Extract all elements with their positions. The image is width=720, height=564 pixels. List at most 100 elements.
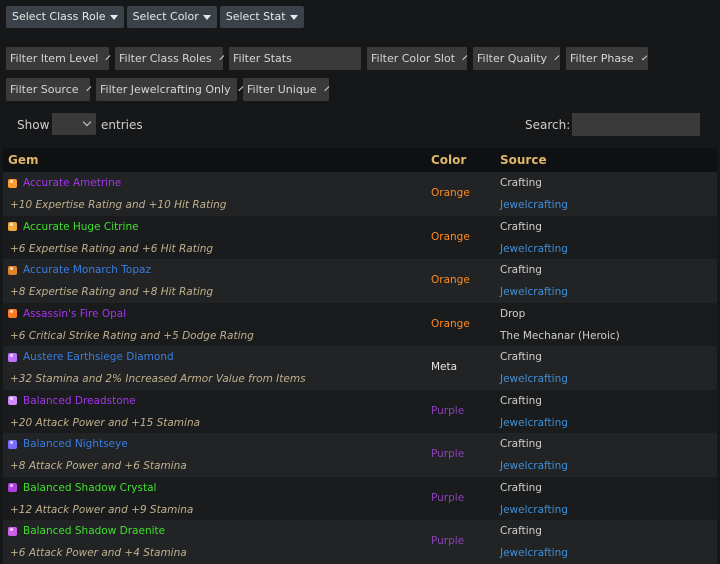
caret-down-icon — [202, 14, 211, 20]
gem-name-link[interactable]: Accurate Monarch Topaz — [8, 264, 151, 276]
select-stat-button[interactable]: Select Stat — [219, 6, 304, 28]
purple-gem-icon — [8, 439, 17, 449]
purple-gem-icon — [8, 483, 17, 492]
gem-description: +12 Attack Power and +9 Stamina — [10, 503, 194, 516]
gem-color: Meta — [431, 361, 458, 373]
table-row: Balanced Nightseye +8 Attack Power and +6… — [3, 433, 717, 477]
source-type: Crafting — [500, 220, 542, 233]
source-type: Drop — [500, 307, 526, 320]
source-detail: The Mechanar (Heroic) — [500, 329, 620, 342]
filter-quality-select[interactable]: Filter Quality — [473, 47, 560, 70]
table-row: Accurate Monarch Topaz +8 Expertise Ratin… — [3, 259, 717, 303]
chevron-down-icon — [641, 54, 648, 61]
gem-description: +8 Attack Power and +6 Stamina — [10, 460, 187, 472]
chevron-down-icon — [105, 54, 111, 60]
source-detail[interactable]: Jewelcrafting — [500, 199, 568, 211]
filter-class-roles-select[interactable]: Filter Class Roles — [115, 47, 224, 70]
source-type: Crafting — [500, 351, 542, 363]
caret-down-icon — [289, 14, 298, 20]
filter-stats-input[interactable]: Filter Stats — [229, 47, 361, 70]
filter-jewelcrafting-only-select[interactable]: Filter Jewelcrafting Only — [96, 78, 243, 101]
orange-gem-icon — [8, 178, 17, 188]
gem-name-link[interactable]: Balanced Shadow Crystal — [8, 482, 156, 494]
source-detail[interactable]: Jewelcrafting — [500, 504, 568, 516]
source-detail[interactable]: Jewelcrafting — [500, 460, 568, 472]
entries-per-page-select[interactable] — [52, 113, 96, 135]
gem-name-link[interactable]: Accurate Huge Citrine — [8, 221, 139, 233]
select-class-role-button[interactable]: Select Class Role — [6, 6, 124, 28]
purple-gem-icon — [8, 526, 17, 536]
column-header-source[interactable]: Source — [500, 153, 547, 167]
meta-gem-icon — [8, 352, 17, 362]
gem-description: +8 Expertise Rating and +8 Hit Rating — [10, 286, 214, 298]
caret-down-icon — [109, 14, 118, 20]
entries-label: entries — [101, 118, 143, 132]
filter-unique-select[interactable]: Filter Unique — [243, 78, 329, 101]
source-detail[interactable]: Jewelcrafting — [500, 243, 568, 255]
gem-color: Purple — [431, 491, 465, 504]
table-row: Accurate Ametrine +10 Expertise Rating an… — [3, 172, 717, 216]
gem-color: Orange — [431, 187, 470, 199]
gem-name-link[interactable]: Balanced Dreadstone — [8, 395, 136, 407]
filter-phase-select[interactable]: Filter Phase — [566, 47, 648, 70]
chevron-down-icon — [85, 85, 91, 91]
orange-gem-icon — [8, 309, 17, 318]
filter-panel: Filter Item Level Filter Class Roles Fil… — [6, 47, 706, 109]
gem-description: +6 Attack Power and +4 Stamina — [10, 547, 187, 559]
orange-gem-icon — [8, 265, 17, 275]
table-row: Assassin's Fire Opal +6 Critical Strike R… — [3, 302, 717, 346]
source-type: Crafting — [500, 177, 542, 189]
search-input[interactable] — [572, 113, 700, 136]
source-detail[interactable]: Jewelcrafting — [500, 417, 568, 429]
select-color-button[interactable]: Select Color — [126, 6, 217, 28]
table-row: Accurate Huge Citrine +6 Expertise Rating… — [3, 215, 717, 259]
gem-description: +20 Attack Power and +15 Stamina — [10, 416, 201, 429]
gem-color: Purple — [431, 535, 465, 547]
source-type: Crafting — [500, 438, 542, 450]
source-detail[interactable]: Jewelcrafting — [500, 286, 568, 298]
purple-gem-icon — [8, 396, 17, 405]
filter-row-2: Filter Source Filter Jewelcrafting Only … — [6, 78, 706, 101]
chevron-down-icon — [554, 54, 560, 60]
table-row: Balanced Shadow Draenite +6 Attack Power … — [3, 520, 717, 564]
table-row: Balanced Shadow Crystal +12 Attack Power … — [3, 476, 717, 520]
gem-description: +6 Critical Strike Rating and +5 Dodge R… — [10, 329, 254, 342]
table-row: Balanced Dreadstone +20 Attack Power and … — [3, 389, 717, 433]
source-type: Crafting — [500, 525, 542, 537]
source-detail[interactable]: Jewelcrafting — [500, 373, 568, 385]
table-row: Austere Earthsiege Diamond +32 Stamina an… — [3, 346, 717, 390]
gem-description: +6 Expertise Rating and +6 Hit Rating — [10, 242, 214, 255]
filter-row-1: Filter Item Level Filter Class Roles Fil… — [6, 47, 706, 70]
chevron-down-icon — [323, 85, 329, 91]
filter-color-slot-select[interactable]: Filter Color Slot — [367, 47, 468, 70]
gem-color: Orange — [431, 274, 470, 286]
source-detail[interactable]: Jewelcrafting — [500, 547, 568, 559]
gem-color: Orange — [431, 317, 470, 330]
gem-description: +10 Expertise Rating and +10 Hit Rating — [10, 199, 227, 211]
source-type: Crafting — [500, 264, 542, 276]
gem-color: Purple — [431, 448, 465, 460]
gem-name-link[interactable]: Accurate Ametrine — [8, 177, 121, 189]
gems-table: Gem Color Source Accurate Ametrine +10 Ex… — [3, 148, 717, 564]
gem-description: +32 Stamina and 2% Increased Armor Value… — [10, 373, 306, 385]
orange-gem-icon — [8, 222, 17, 231]
gem-name-link[interactable]: Balanced Nightseye — [8, 438, 128, 450]
gem-name-link[interactable]: Austere Earthsiege Diamond — [8, 351, 174, 363]
top-toolbar: Select Class Role Select Color Select St… — [6, 6, 304, 28]
filter-source-select[interactable]: Filter Source — [6, 78, 91, 101]
table-controls: Show entries Search: — [0, 112, 720, 138]
gem-name-link[interactable]: Assassin's Fire Opal — [8, 308, 126, 320]
search-label: Search: — [525, 118, 571, 132]
table-header: Gem Color Source — [3, 148, 717, 172]
column-header-gem[interactable]: Gem — [8, 153, 39, 167]
table-body: Accurate Ametrine +10 Expertise Rating an… — [3, 172, 717, 564]
gem-name-link[interactable]: Balanced Shadow Draenite — [8, 525, 165, 537]
show-label: Show — [17, 118, 50, 132]
source-type: Crafting — [500, 394, 542, 407]
filter-item-level-select[interactable]: Filter Item Level — [6, 47, 111, 70]
chevron-down-icon — [462, 54, 468, 60]
gem-color: Orange — [431, 230, 470, 243]
gem-color: Purple — [431, 404, 465, 417]
column-header-color[interactable]: Color — [431, 153, 466, 167]
chevron-down-icon — [219, 54, 224, 60]
